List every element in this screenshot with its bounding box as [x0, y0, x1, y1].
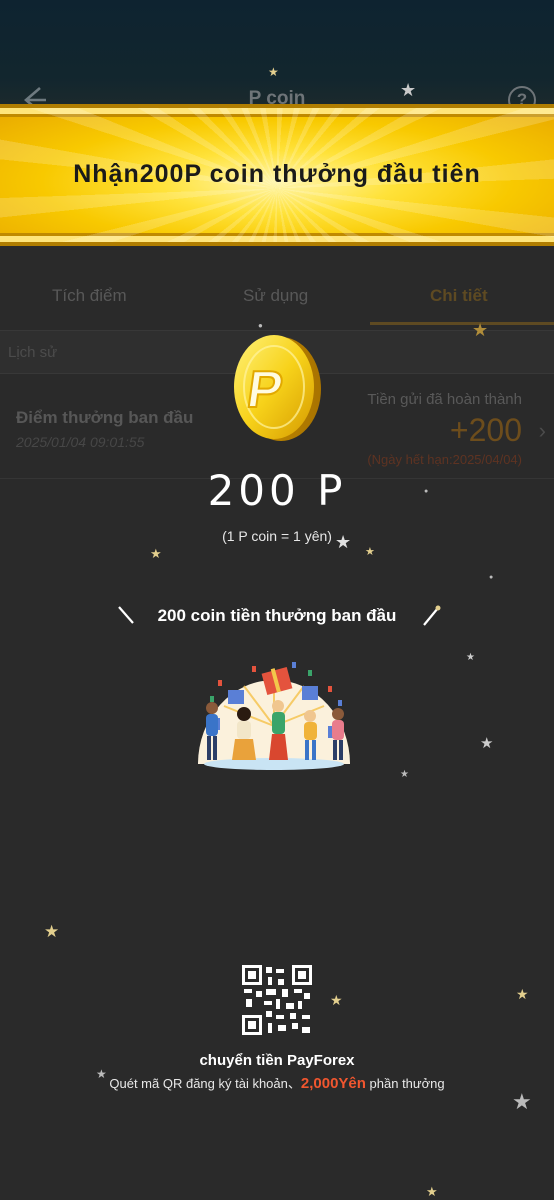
record-status: Tiền gửi đã hoàn thành — [367, 391, 522, 408]
star-icon: ★ — [96, 1067, 107, 1081]
bonus-line: 200 coin tiền thưởng ban đầu — [0, 604, 554, 628]
star-icon: ★ — [516, 986, 529, 1002]
star-icon: ★ — [44, 922, 60, 941]
star-icon: ★ — [512, 1089, 532, 1114]
star-icon: ★ — [268, 65, 279, 79]
star-icon: ● — [258, 321, 263, 330]
star-icon: ★ — [466, 652, 475, 663]
star-icon: ★ — [150, 546, 162, 561]
chevron-right-icon[interactable]: › — [539, 418, 546, 444]
star-icon: ★ — [472, 320, 489, 340]
star-icon: ★ — [400, 769, 409, 780]
star-icon: ★ — [400, 80, 417, 100]
star-icon: ★ — [330, 992, 343, 1008]
promo-title: chuyển tiền PayForex — [199, 1052, 355, 1069]
tab-bar: Tích điểm Sử dụng Chi tiết — [0, 274, 554, 326]
record-amount: +200 — [449, 412, 522, 448]
promo-highlight: 2,000Yên — [300, 1075, 366, 1092]
promo-subtitle: Quét mã QR đăng ký tài khoản、2,000Yên ph… — [0, 1073, 554, 1092]
coin-rate: (1 P coin = 1 yên) — [222, 528, 332, 544]
star-icon: ★ — [480, 735, 494, 752]
promo-sub-after: phần thưởng — [365, 1076, 445, 1091]
banner-title: Nhận200P coin thưởng đầu tiên — [73, 160, 481, 188]
star-icon: ★ — [365, 546, 375, 558]
reward-amount: 200 P — [207, 466, 347, 515]
tab-earn[interactable]: Tích điểm — [52, 286, 127, 306]
star-icon: ● — [424, 488, 429, 495]
star-icon: ★ — [426, 1184, 438, 1199]
reward-banner: Nhận200P coin thưởng đầu tiên — [0, 104, 554, 246]
record-title: Điểm thưởng ban đầu — [16, 408, 194, 427]
tab-details[interactable]: Chi tiết — [430, 286, 488, 306]
record-expiry: (Ngày hết hạn:2025/04/04) — [367, 452, 522, 467]
active-tab-indicator — [370, 322, 554, 325]
record-date: 2025/01/04 09:01:55 — [16, 434, 145, 450]
promo-sub-before: Quét mã QR đăng ký tài khoản、 — [109, 1076, 301, 1091]
star-icon: ● — [489, 574, 494, 581]
tab-use[interactable]: Sử dụng — [243, 286, 308, 306]
qr-code[interactable] — [242, 965, 312, 1035]
p-coin-icon: P — [229, 333, 323, 443]
sparkle-right-icon — [420, 604, 444, 628]
star-icon: ★ — [335, 532, 352, 552]
history-label: Lịch sử — [8, 344, 58, 361]
celebration-illustration — [188, 656, 360, 774]
bonus-text: 200 coin tiền thưởng ban đầu — [157, 606, 397, 625]
